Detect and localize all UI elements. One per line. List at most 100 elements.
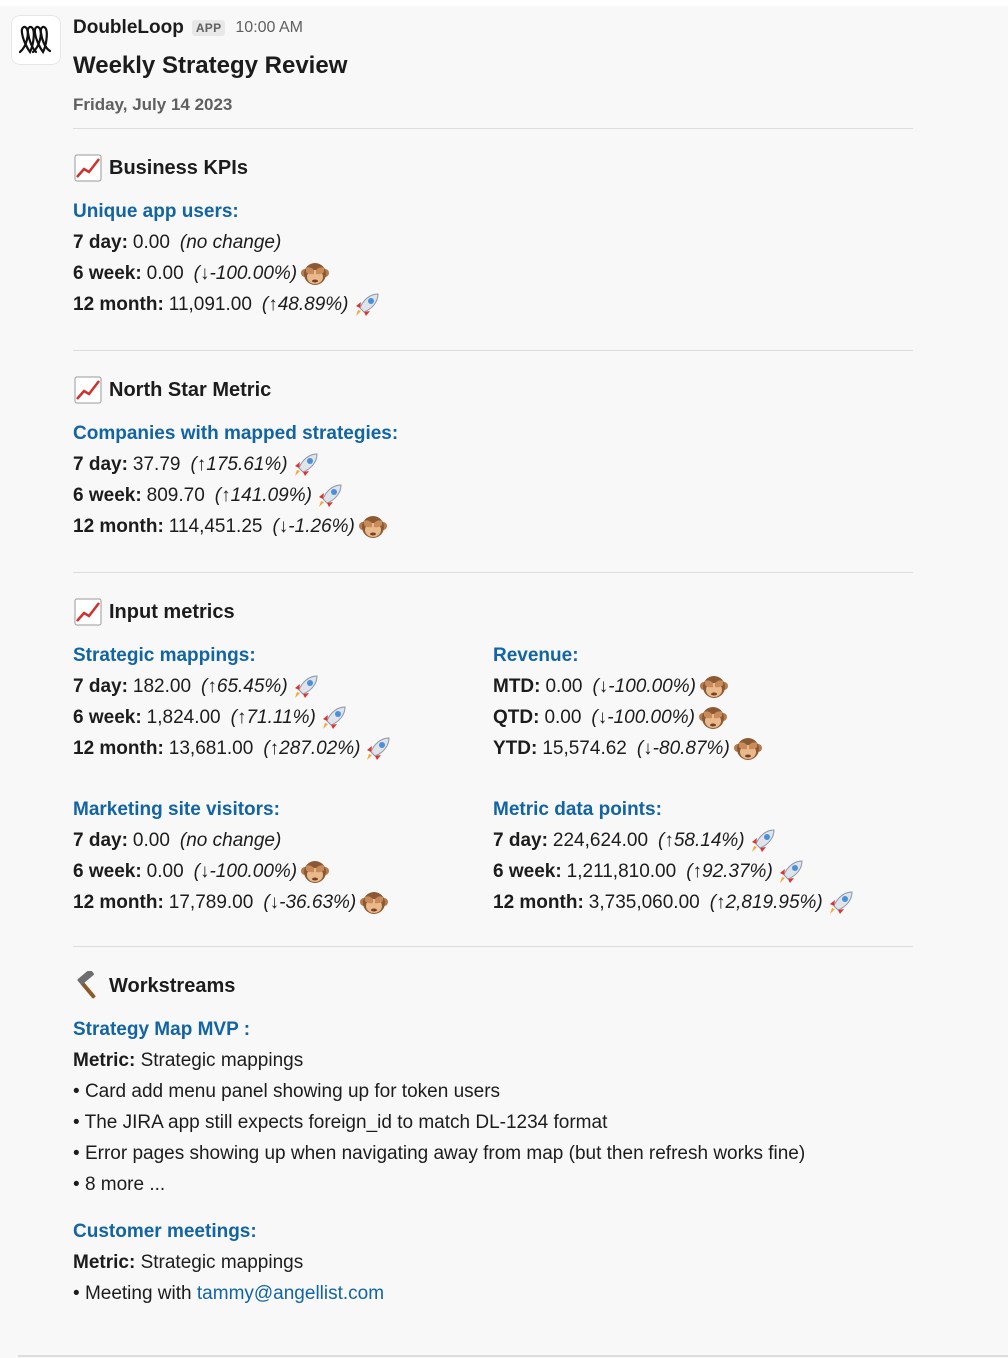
see-no-evil-monkey-icon [300, 857, 330, 887]
metric-value: Strategic mappings [140, 1252, 304, 1273]
metric-row: 6 week: 1,211,810.00 (↑92.37%) [493, 856, 913, 887]
see-no-evil-monkey-icon [359, 888, 389, 918]
sender-name[interactable]: DoubleLoop [73, 17, 184, 39]
metric-period: 6 week: [73, 861, 142, 882]
metric-row: 7 day: 182.00 (↑65.45%) [73, 671, 493, 702]
metric-period: MTD: [493, 676, 541, 697]
avatar[interactable] [11, 15, 61, 65]
metric-value: 37.79 [132, 454, 181, 475]
metric-period: 7 day: [73, 454, 128, 475]
metric-value: 3,735,060.00 [588, 892, 700, 913]
metric-change: (↑48.89%) [261, 294, 349, 315]
top-edge [0, 0, 1008, 6]
metric-row: 12 month: 3,735,060.00 (↑2,819.95%) [493, 887, 913, 918]
section-title-text: Workstreams [109, 974, 236, 997]
metric-change: (↑65.45%) [201, 676, 288, 697]
metric-value: 0.00 [545, 676, 583, 697]
metric-change: (↑2,819.95%) [709, 892, 823, 913]
rocket-icon [776, 857, 806, 887]
workstream-link[interactable]: Strategy Map MVP : [73, 1014, 913, 1045]
rocket-icon [291, 450, 321, 480]
list-item-text: Error pages showing up when navigating a… [84, 1143, 806, 1164]
metric-group-label[interactable]: Metric data points: [493, 794, 913, 825]
metric-value: 1,211,810.00 [566, 861, 677, 882]
section-title-text: Input metrics [109, 600, 235, 623]
workstream-strategy-map-mvp: Strategy Map MVP : Metric: Strategic map… [73, 1014, 913, 1200]
metric-group-label[interactable]: Unique app users: [73, 196, 913, 227]
metric-group-label[interactable]: Revenue: [493, 640, 913, 671]
metric-value: 114,451.25 [168, 516, 263, 537]
metric-period: 12 month: [73, 294, 164, 315]
metric-change: (no change) [179, 830, 282, 851]
workstream-metric: Metric: Strategic mappings [73, 1045, 913, 1076]
metric-row: 6 week: 809.70 (↑141.09%) [73, 480, 913, 511]
metric-period: 6 week: [73, 263, 142, 284]
metric-change: (↓-1.26%) [272, 516, 355, 537]
rocket-icon [748, 826, 778, 856]
metric-value: 0.00 [146, 263, 184, 284]
rocket-icon [319, 703, 349, 733]
metric-group-unique-app-users: Unique app users: 7 day: 0.00 (no change) 6 … [73, 196, 913, 320]
metric-change: (↑58.14%) [658, 830, 745, 851]
metric-change: (↑287.02%) [263, 738, 361, 759]
metric-value: 0.00 [544, 707, 582, 728]
rocket-icon [363, 734, 393, 764]
metric-period: 6 week: [73, 707, 142, 728]
metric-value: 0.00 [132, 830, 170, 851]
see-no-evil-monkey-icon [698, 703, 728, 733]
metric-value: 809.70 [146, 485, 205, 506]
metric-value: 13,681.00 [168, 738, 254, 759]
metric-group: Marketing site visitors: 7 day: 0.00 (no ch… [73, 794, 493, 918]
timestamp[interactable]: 10:00 AM [235, 19, 303, 37]
metric-group-label[interactable]: Companies with mapped strategies: [73, 418, 913, 449]
metric-row: 7 day: 224,624.00 (↑58.14%) [493, 825, 913, 856]
metric-label: Metric: [73, 1252, 136, 1273]
metric-group-label[interactable]: Strategic mappings: [73, 640, 493, 671]
rocket-icon [315, 481, 345, 511]
metric-value: 1,824.00 [146, 707, 221, 728]
rocket-icon [291, 672, 321, 702]
section-title: North Star Metric [73, 373, 913, 407]
metric-row: 6 week: 1,824.00 (↑71.11%) [73, 702, 493, 733]
app-badge: APP [191, 20, 226, 36]
metric-row: 6 week: 0.00 (↓-100.00%) [73, 856, 493, 887]
see-no-evil-monkey-icon [699, 672, 729, 702]
metric-value: 0.00 [146, 861, 184, 882]
report-date: Friday, July 14 2023 [73, 95, 233, 114]
metric-change: (↓-80.87%) [636, 738, 730, 759]
metric-row: 12 month: 11,091.00 (↑48.89%) [73, 289, 913, 320]
message-header: DoubleLoop APP 10:00 AM [73, 14, 913, 42]
metric-change: (↑71.11%) [230, 707, 316, 728]
metric-row: 7 day: 37.79 (↑175.61%) [73, 449, 913, 480]
rocket-icon [352, 290, 382, 320]
metric-value: 15,574.62 [542, 738, 627, 759]
email-link[interactable]: tammy@angellist.com [197, 1283, 384, 1304]
report-title: Weekly Strategy Review [73, 52, 348, 79]
workstream-link[interactable]: Customer meetings: [73, 1216, 913, 1247]
section-business-kpis: Business KPIs Unique app users: 7 day: 0.0… [73, 129, 913, 346]
section-title-text: Business KPIs [109, 156, 248, 179]
metric-row: MTD: 0.00 (↓-100.00%) [493, 671, 913, 702]
chart-increasing-icon [73, 153, 103, 183]
chart-increasing-icon [73, 375, 103, 405]
list-item-text: The JIRA app still expects foreign_id to… [84, 1112, 608, 1133]
metric-period: 12 month: [493, 892, 584, 913]
metric-group-label[interactable]: Marketing site visitors: [73, 794, 493, 825]
metric-period: YTD: [493, 738, 538, 759]
rocket-icon [826, 888, 856, 918]
metric-period: 6 week: [493, 861, 562, 882]
metric-period: QTD: [493, 707, 540, 728]
metric-group: Metric data points: 7 day: 224,624.00 (↑58.… [493, 794, 913, 918]
metric-value: 17,789.00 [168, 892, 254, 913]
chart-increasing-icon [73, 597, 103, 627]
metric-change: (↑92.37%) [686, 861, 773, 882]
metric-change: (↓-100.00%) [592, 676, 696, 697]
metric-period: 7 day: [493, 830, 548, 851]
workstream-metric: Metric: Strategic mappings [73, 1247, 913, 1278]
metric-label: Metric: [73, 1050, 136, 1071]
metric-row: 7 day: 0.00 (no change) [73, 227, 913, 258]
metric-change: (↓-100.00%) [591, 707, 695, 728]
metric-value: 182.00 [132, 676, 192, 697]
list-item: • Meeting with tammy@angellist.com [73, 1283, 385, 1304]
see-no-evil-monkey-icon [300, 259, 330, 289]
